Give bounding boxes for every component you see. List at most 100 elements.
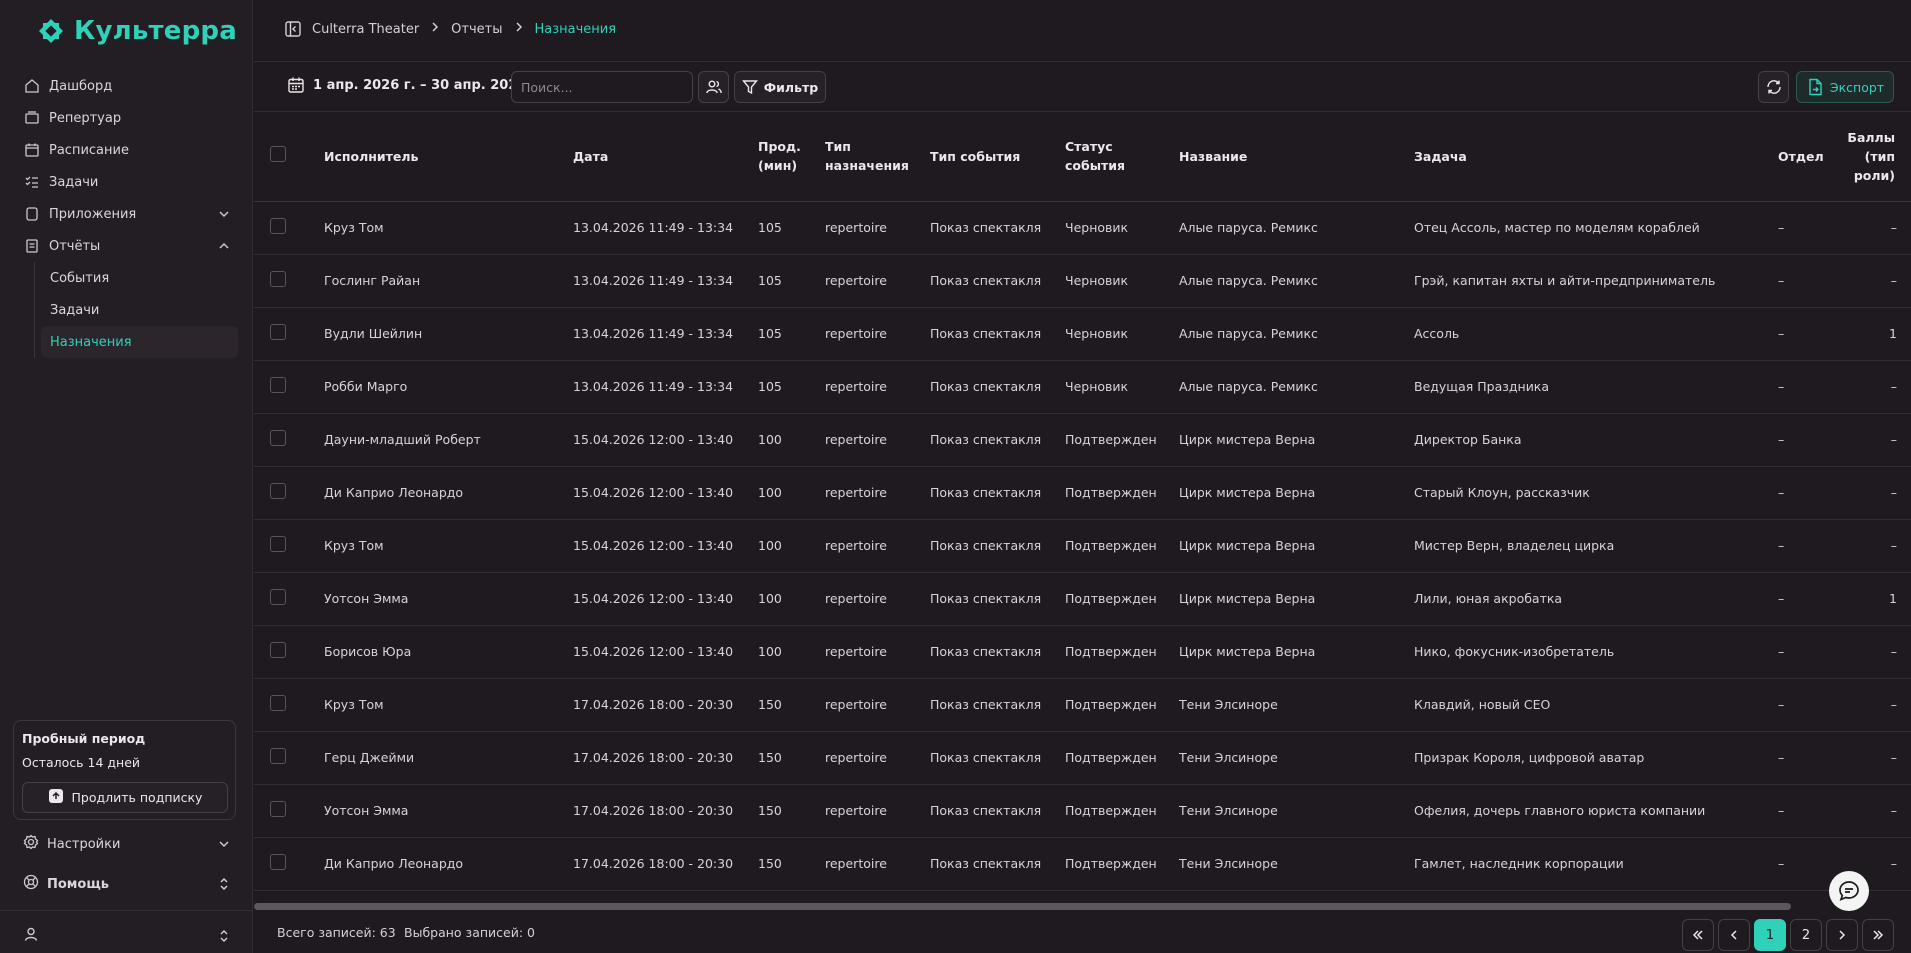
table-row[interactable]: Круз Том 13.04.2026 11:49 - 13:34 105 reper… [254, 201, 1911, 255]
col-header-performer[interactable]: Исполнитель [318, 112, 567, 202]
col-header-department[interactable]: Отдел [1772, 112, 1838, 202]
sidebar-toggle-icon[interactable] [284, 20, 302, 38]
performers-filter-button[interactable] [698, 71, 729, 103]
sidebar-item-tasks[interactable]: Задачи [16, 166, 238, 198]
col-header-event-type[interactable]: Тип события [924, 112, 1059, 202]
cell-date: 17.04.2026 18:00 - 20:30 [567, 678, 752, 732]
sidebar-item-label: Репертуар [49, 110, 122, 126]
logo[interactable]: Культерра [38, 14, 237, 48]
table-row[interactable]: Ди Каприо Леонардо 15.04.2026 12:00 - 13:… [254, 466, 1911, 520]
cell-assignment-type: repertoire [819, 360, 924, 414]
cell-assignment-type: repertoire [819, 307, 924, 361]
sidebar-subitem-tasks[interactable]: Задачи [41, 294, 238, 326]
cell-performer: Ди Каприо Леонардо [318, 837, 567, 891]
table-row[interactable]: Герц Джейми 17.04.2026 18:00 - 20:30 150 re… [254, 731, 1911, 785]
col-header-date[interactable]: Дата [567, 112, 752, 202]
page-button-2[interactable]: 2 [1790, 919, 1822, 951]
sidebar-subitem-events[interactable]: События [41, 262, 238, 294]
col-header-task[interactable]: Задача [1408, 112, 1772, 202]
cell-points: – [1838, 625, 1911, 679]
horizontal-scrollbar[interactable] [254, 903, 1791, 910]
toolbar: 1 апр. 2026 г. – 30 апр. 2026 г. Фильтр … [254, 62, 1911, 112]
cell-title: Тени Элсиноре [1173, 678, 1408, 732]
row-checkbox[interactable] [270, 483, 286, 499]
cell-event-status: Черновик [1059, 201, 1173, 255]
cell-title: Тени Элсиноре [1173, 784, 1408, 838]
sidebar-item-reports[interactable]: Отчёты [16, 230, 238, 262]
row-checkbox[interactable] [270, 695, 286, 711]
search-input[interactable] [511, 71, 693, 103]
table-row[interactable]: Уотсон Эмма 17.04.2026 18:00 - 20:30 150 re… [254, 784, 1911, 838]
prev-page-button[interactable] [1718, 919, 1750, 951]
table-row[interactable]: Ди Каприо Леонардо 17.04.2026 18:00 - 20:… [254, 837, 1911, 891]
extend-subscription-button[interactable]: Продлить подписку [22, 782, 228, 813]
cell-duration: 100 [752, 519, 819, 573]
sidebar-subitem-assignments[interactable]: Назначения [41, 326, 238, 358]
sidebar-item-apps[interactable]: Приложения [16, 198, 238, 230]
assignments-table-container: Исполнитель Дата Прод. (мин) Тип назначени… [254, 112, 1911, 905]
cell-event-status: Черновик [1059, 307, 1173, 361]
sidebar-item-settings[interactable]: Настройки [16, 828, 238, 860]
last-page-button[interactable] [1862, 919, 1894, 951]
cell-duration: 105 [752, 307, 819, 361]
col-header-points[interactable]: Баллы (тип роли) [1838, 112, 1911, 202]
chevron-right-icon [513, 21, 525, 37]
sidebar-item-schedule[interactable]: Расписание [16, 134, 238, 166]
row-checkbox[interactable] [270, 218, 286, 234]
next-page-button[interactable] [1826, 919, 1858, 951]
row-checkbox[interactable] [270, 801, 286, 817]
breadcrumb-item[interactable]: Culterra Theater [312, 22, 419, 37]
table-row[interactable]: Борисов Юра 15.04.2026 12:00 - 13:40 100 re… [254, 625, 1911, 679]
col-header-duration[interactable]: Прод. (мин) [752, 112, 819, 202]
assignments-table: Исполнитель Дата Прод. (мин) Тип назначени… [254, 112, 1911, 891]
first-page-button[interactable] [1682, 919, 1714, 951]
table-row[interactable]: Уотсон Эмма 15.04.2026 12:00 - 13:40 100 re… [254, 572, 1911, 626]
table-row[interactable]: Вудли Шейлин 13.04.2026 11:49 - 13:34 105 r… [254, 307, 1911, 361]
row-checkbox[interactable] [270, 589, 286, 605]
cell-event-status: Подтвержден [1059, 519, 1173, 573]
row-checkbox[interactable] [270, 642, 286, 658]
row-checkbox[interactable] [270, 271, 286, 287]
export-button[interactable]: Экспорт [1796, 71, 1894, 103]
row-checkbox[interactable] [270, 377, 286, 393]
table-row[interactable]: Гослинг Райан 13.04.2026 11:49 - 13:34 105… [254, 254, 1911, 308]
col-header-title[interactable]: Название [1173, 112, 1408, 202]
cell-performer: Герц Джейми [318, 731, 567, 785]
filter-button[interactable]: Фильтр [734, 71, 826, 103]
table-row[interactable]: Круз Том 15.04.2026 12:00 - 13:40 100 reper… [254, 519, 1911, 573]
cell-points: – [1838, 254, 1911, 308]
cell-title: Цирк мистера Верна [1173, 413, 1408, 467]
col-header-event-status[interactable]: Статус события [1059, 112, 1173, 202]
sidebar: Культерра Дашборд Репертуар Расписание З… [0, 0, 253, 953]
sidebar-item-dashboard[interactable]: Дашборд [16, 70, 238, 102]
chat-button[interactable] [1829, 871, 1869, 911]
user-menu[interactable] [16, 920, 238, 952]
row-select-cell [254, 466, 318, 520]
sidebar-item-help[interactable]: Помощь [16, 868, 238, 900]
home-icon [23, 77, 41, 95]
breadcrumb-item[interactable]: Отчеты [451, 22, 502, 37]
cell-date: 15.04.2026 12:00 - 13:40 [567, 625, 752, 679]
col-header-assignment-type[interactable]: Тип назначения [819, 112, 924, 202]
trial-remaining: Осталось 14 дней [22, 755, 141, 770]
sidebar-item-label: Помощь [47, 876, 109, 892]
cell-performer: Уотсон Эмма [318, 572, 567, 626]
cell-points: 1 [1838, 307, 1911, 361]
row-checkbox[interactable] [270, 536, 286, 552]
refresh-button[interactable] [1758, 71, 1789, 103]
table-row[interactable]: Круз Том 17.04.2026 18:00 - 20:30 150 reper… [254, 678, 1911, 732]
row-checkbox[interactable] [270, 430, 286, 446]
table-row[interactable]: Робби Марго 13.04.2026 11:49 - 13:34 105 re… [254, 360, 1911, 414]
sidebar-item-repertoire[interactable]: Репертуар [16, 102, 238, 134]
select-all-checkbox[interactable] [270, 145, 286, 162]
row-select-cell [254, 413, 318, 467]
row-checkbox[interactable] [270, 854, 286, 870]
row-checkbox[interactable] [270, 324, 286, 340]
date-range-picker[interactable]: 1 апр. 2026 г. – 30 апр. 2026 г. [287, 76, 543, 94]
cell-date: 17.04.2026 18:00 - 20:30 [567, 784, 752, 838]
lifebuoy-icon [23, 874, 39, 894]
row-checkbox[interactable] [270, 748, 286, 764]
table-row[interactable]: Дауни-младший Роберт 15.04.2026 12:00 - 1… [254, 413, 1911, 467]
cell-event-status: Подтвержден [1059, 466, 1173, 520]
page-button-1[interactable]: 1 [1754, 919, 1786, 951]
